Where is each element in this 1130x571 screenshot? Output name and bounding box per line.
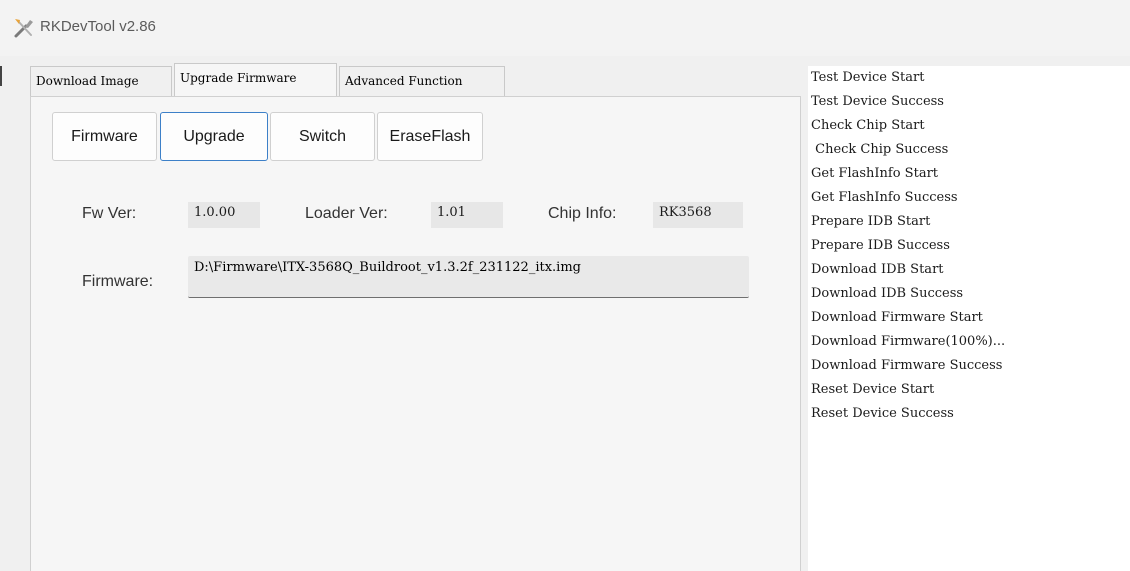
window-title: RKDevTool v2.86 <box>40 18 156 35</box>
log-line: Check Chip Success <box>811 142 949 157</box>
log-line: Download Firmware Start <box>811 310 983 325</box>
log-line: Download Firmware(100%)... <box>811 334 1006 349</box>
chip-info-label: Chip Info: <box>548 205 617 222</box>
log-line: Prepare IDB Success <box>811 238 950 253</box>
log-line: Check Chip Start <box>811 118 925 133</box>
tab-advanced-function[interactable]: Advanced Function <box>339 66 505 96</box>
window-edge <box>0 66 2 86</box>
log-line: Download Firmware Success <box>811 358 1003 373</box>
fw-ver-label: Fw Ver: <box>82 205 137 222</box>
tab-upgrade-firmware[interactable]: Upgrade Firmware <box>174 63 337 96</box>
log-line: Prepare IDB Start <box>811 214 931 229</box>
upgrade-firmware-panel <box>30 96 801 571</box>
log-line: Reset Device Success <box>811 406 954 421</box>
upgrade-button[interactable]: Upgrade <box>160 112 268 161</box>
firmware-button[interactable]: Firmware <box>52 112 157 161</box>
firmware-path-label: Firmware: <box>82 273 154 290</box>
log-line: Download IDB Start <box>811 262 944 277</box>
log-line: Test Device Success <box>811 94 944 109</box>
loader-ver-label: Loader Ver: <box>305 205 388 222</box>
log-line: Download IDB Success <box>811 286 964 301</box>
tab-download-image[interactable]: Download Image <box>30 66 172 96</box>
switch-button[interactable]: Switch <box>270 112 375 161</box>
chip-info-value: RK3568 <box>653 202 743 228</box>
log-line: Reset Device Start <box>811 382 935 397</box>
loader-ver-value: 1.01 <box>431 202 503 228</box>
tools-icon <box>14 19 33 38</box>
title-bar: RKDevTool v2.86 <box>0 0 1130 56</box>
log-line: Get FlashInfo Start <box>811 166 939 181</box>
firmware-path-field[interactable]: D:\Firmware\ITX-3568Q_Buildroot_v1.3.2f_… <box>188 256 749 298</box>
log-line: Get FlashInfo Success <box>811 190 958 205</box>
log-line: Test Device Start <box>811 70 925 85</box>
fw-ver-value: 1.0.00 <box>188 202 260 228</box>
eraseflash-button[interactable]: EraseFlash <box>377 112 483 161</box>
log-panel[interactable]: Test Device Start Test Device Success Ch… <box>808 66 1130 571</box>
